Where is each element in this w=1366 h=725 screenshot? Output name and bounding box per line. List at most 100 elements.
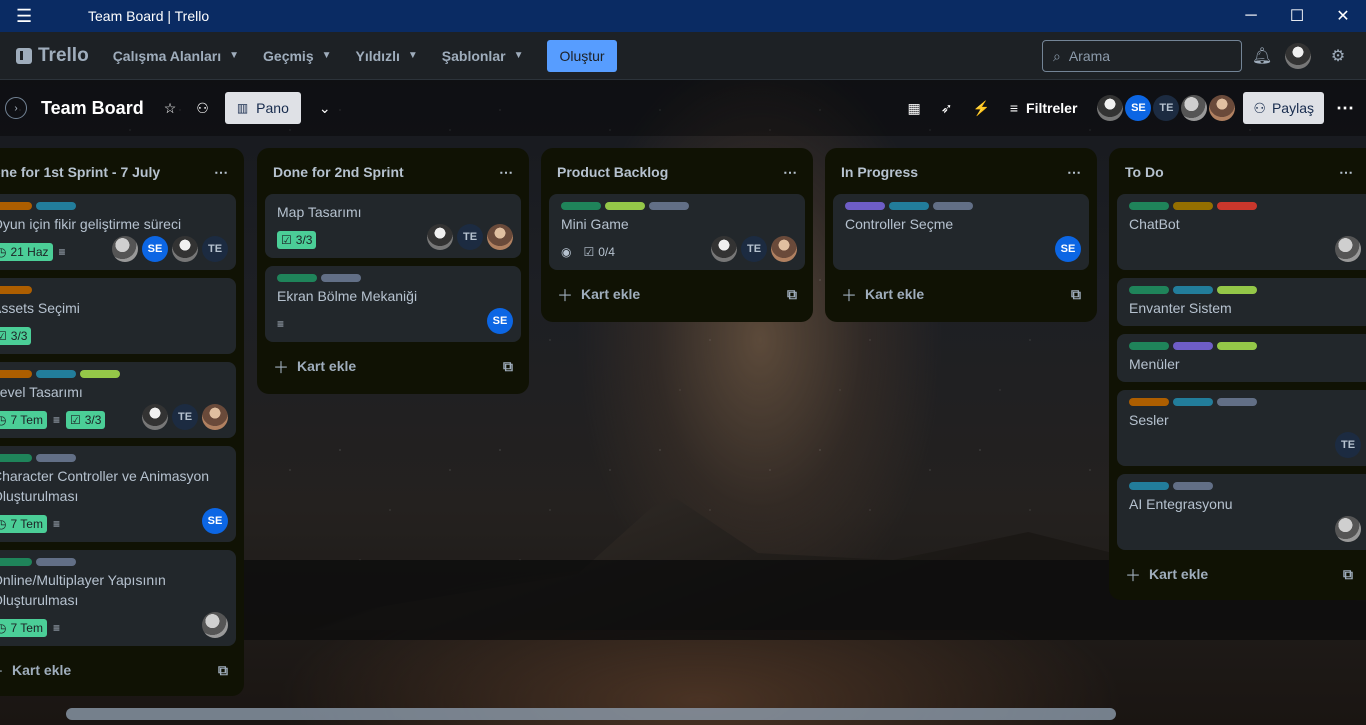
star-icon[interactable]: ☆	[164, 100, 177, 117]
due-date-badge: ◷ 21 Haz	[0, 243, 53, 261]
logo-text: Trello	[38, 44, 89, 66]
board-title[interactable]: Team Board	[41, 98, 144, 119]
view-switcher-button[interactable]: ▥ Pano	[224, 92, 301, 124]
card-title: Online/Multiplayer Yapısının Oluşturulma…	[0, 572, 166, 608]
due-date: 7 Tem	[10, 517, 43, 531]
avatar[interactable]: SE	[1125, 95, 1152, 121]
label	[36, 558, 76, 566]
list-more-icon[interactable]: ⋯	[783, 164, 797, 181]
label	[36, 370, 76, 378]
card[interactable]: Envanter Sistem	[1117, 278, 1366, 326]
sidebar-expand-icon[interactable]: ›	[5, 97, 27, 119]
list-title[interactable]: Product Backlog	[557, 164, 668, 180]
avatar: SE	[487, 308, 513, 334]
avatar	[1335, 516, 1361, 542]
add-card-button[interactable]: ＋ Kart ekle ⧉	[0, 654, 236, 686]
gear-icon[interactable]: ⚙	[1326, 44, 1350, 68]
card-title: Ekran Bölme Mekaniği	[277, 288, 418, 304]
template-icon[interactable]: ⧉	[787, 286, 797, 303]
nav-workspaces[interactable]: Çalışma Alanları ▼	[113, 48, 239, 64]
label	[0, 370, 32, 378]
clock-icon: ◷	[0, 621, 7, 635]
filter-button[interactable]: ≡ Filtreler	[1010, 100, 1078, 116]
card[interactable]: Controller Seçme SE	[833, 194, 1089, 270]
board-members: SE TE	[1097, 95, 1236, 121]
avatar[interactable]	[1209, 95, 1236, 121]
card-title: Level Tasarımı	[0, 384, 83, 400]
card[interactable]: Map Tasarımı ☑ 3/3 TE	[265, 194, 521, 258]
plus-icon: ＋	[841, 288, 858, 305]
card[interactable]: Menüler	[1117, 334, 1366, 382]
template-icon[interactable]: ⧉	[218, 662, 228, 679]
calendar-icon[interactable]: ▦	[907, 100, 920, 117]
maximize-icon[interactable]: ☐	[1274, 0, 1320, 32]
template-icon[interactable]: ⧉	[1343, 566, 1353, 583]
card[interactable]: ChatBot	[1117, 194, 1366, 270]
card[interactable]: Oyun için fikir geliştirme süreci ◷ 21 Ha…	[0, 194, 236, 270]
trello-logo[interactable]: Trello	[16, 45, 89, 67]
chevron-down-icon: ▼	[513, 50, 524, 61]
add-card-button[interactable]: ＋ Kart ekle ⧉	[833, 278, 1089, 310]
chevron-down-icon[interactable]: ⌄	[319, 100, 331, 117]
avatar[interactable]	[1181, 95, 1208, 121]
profile-avatar[interactable]	[1285, 43, 1311, 69]
list-more-icon[interactable]: ⋯	[214, 164, 228, 181]
search-box[interactable]: ⌕	[1042, 40, 1242, 72]
add-user-icon: ⚇	[1253, 99, 1266, 116]
avatar[interactable]: TE	[1153, 95, 1180, 121]
card[interactable]: Assets Seçimi ☑ 3/3	[0, 278, 236, 354]
automation-icon[interactable]: ⚡	[972, 100, 989, 117]
avatar: SE	[142, 236, 168, 262]
avatar	[487, 224, 513, 250]
list-more-icon[interactable]: ⋯	[499, 164, 513, 181]
add-card-button[interactable]: ＋ Kart ekle ⧉	[549, 278, 805, 310]
avatar: TE	[202, 236, 228, 262]
minimize-icon[interactable]: ─	[1228, 0, 1274, 32]
card[interactable]: Sesler TE	[1117, 390, 1366, 466]
card[interactable]: AI Entegrasyonu	[1117, 474, 1366, 550]
list-title[interactable]: To Do	[1125, 164, 1164, 180]
share-label: Paylaş	[1271, 100, 1314, 116]
checkbox-icon: ☑	[281, 233, 292, 247]
more-options-icon[interactable]: ⋯	[1336, 98, 1354, 119]
label	[1129, 202, 1169, 210]
avatar: TE	[457, 224, 483, 250]
create-button[interactable]: Oluştur	[547, 39, 617, 72]
card[interactable]: Online/Multiplayer Yapısının Oluşturulma…	[0, 550, 236, 646]
template-icon[interactable]: ⧉	[1071, 286, 1081, 303]
due-date-badge: ◷ 7 Tem	[0, 515, 47, 533]
rocket-icon[interactable]: ➶	[941, 100, 953, 117]
card[interactable]: Level Tasarımı ◷ 7 Tem ≡ ☑ 3/3 TE	[0, 362, 236, 438]
avatar[interactable]	[1097, 95, 1124, 121]
list: Product Backlog ⋯ Mini Game ◉ ☑ 0/4 TE ＋ Kar…	[541, 148, 813, 322]
label	[0, 286, 32, 294]
workspace-visibility-icon[interactable]: ⚇	[196, 100, 209, 117]
list-title[interactable]: Done for 1st Sprint - 7 July	[0, 164, 160, 180]
search-icon: ⌕	[1053, 47, 1061, 64]
share-button[interactable]: ⚇ Paylaş	[1243, 92, 1324, 124]
card[interactable]: Ekran Bölme Mekaniği ≡ SE	[265, 266, 521, 342]
notifications-icon[interactable]: 🔔︎	[1250, 44, 1274, 68]
nav-templates[interactable]: Şablonlar ▼	[442, 48, 524, 64]
app-header: Trello Çalışma Alanları ▼ Geçmiş ▼ Yıldızl…	[0, 32, 1366, 80]
hamburger-menu-icon[interactable]: ☰	[16, 6, 48, 27]
add-card-button[interactable]: ＋ Kart ekle ⧉	[1117, 558, 1366, 590]
list-more-icon[interactable]: ⋯	[1339, 164, 1353, 181]
close-icon[interactable]: ✕	[1320, 0, 1366, 32]
template-icon[interactable]: ⧉	[503, 358, 513, 375]
card-title: AI Entegrasyonu	[1129, 496, 1233, 512]
due-date: 7 Tem	[10, 621, 43, 635]
card[interactable]: Character Controller ve Animasyon Oluştu…	[0, 446, 236, 542]
add-card-label: Kart ekle	[865, 286, 925, 302]
search-input[interactable]	[1068, 48, 1219, 64]
list-more-icon[interactable]: ⋯	[1067, 164, 1081, 181]
nav-starred[interactable]: Yıldızlı ▼	[356, 48, 418, 64]
list-title[interactable]: In Progress	[841, 164, 918, 180]
add-card-button[interactable]: ＋ Kart ekle ⧉	[265, 350, 521, 382]
horizontal-scrollbar[interactable]	[66, 708, 1116, 720]
card-title: Sesler	[1129, 412, 1169, 428]
card[interactable]: Mini Game ◉ ☑ 0/4 TE	[549, 194, 805, 270]
list-title[interactable]: Done for 2nd Sprint	[273, 164, 404, 180]
plus-icon: ＋	[1125, 568, 1142, 585]
nav-recent[interactable]: Geçmiş ▼	[263, 48, 332, 64]
